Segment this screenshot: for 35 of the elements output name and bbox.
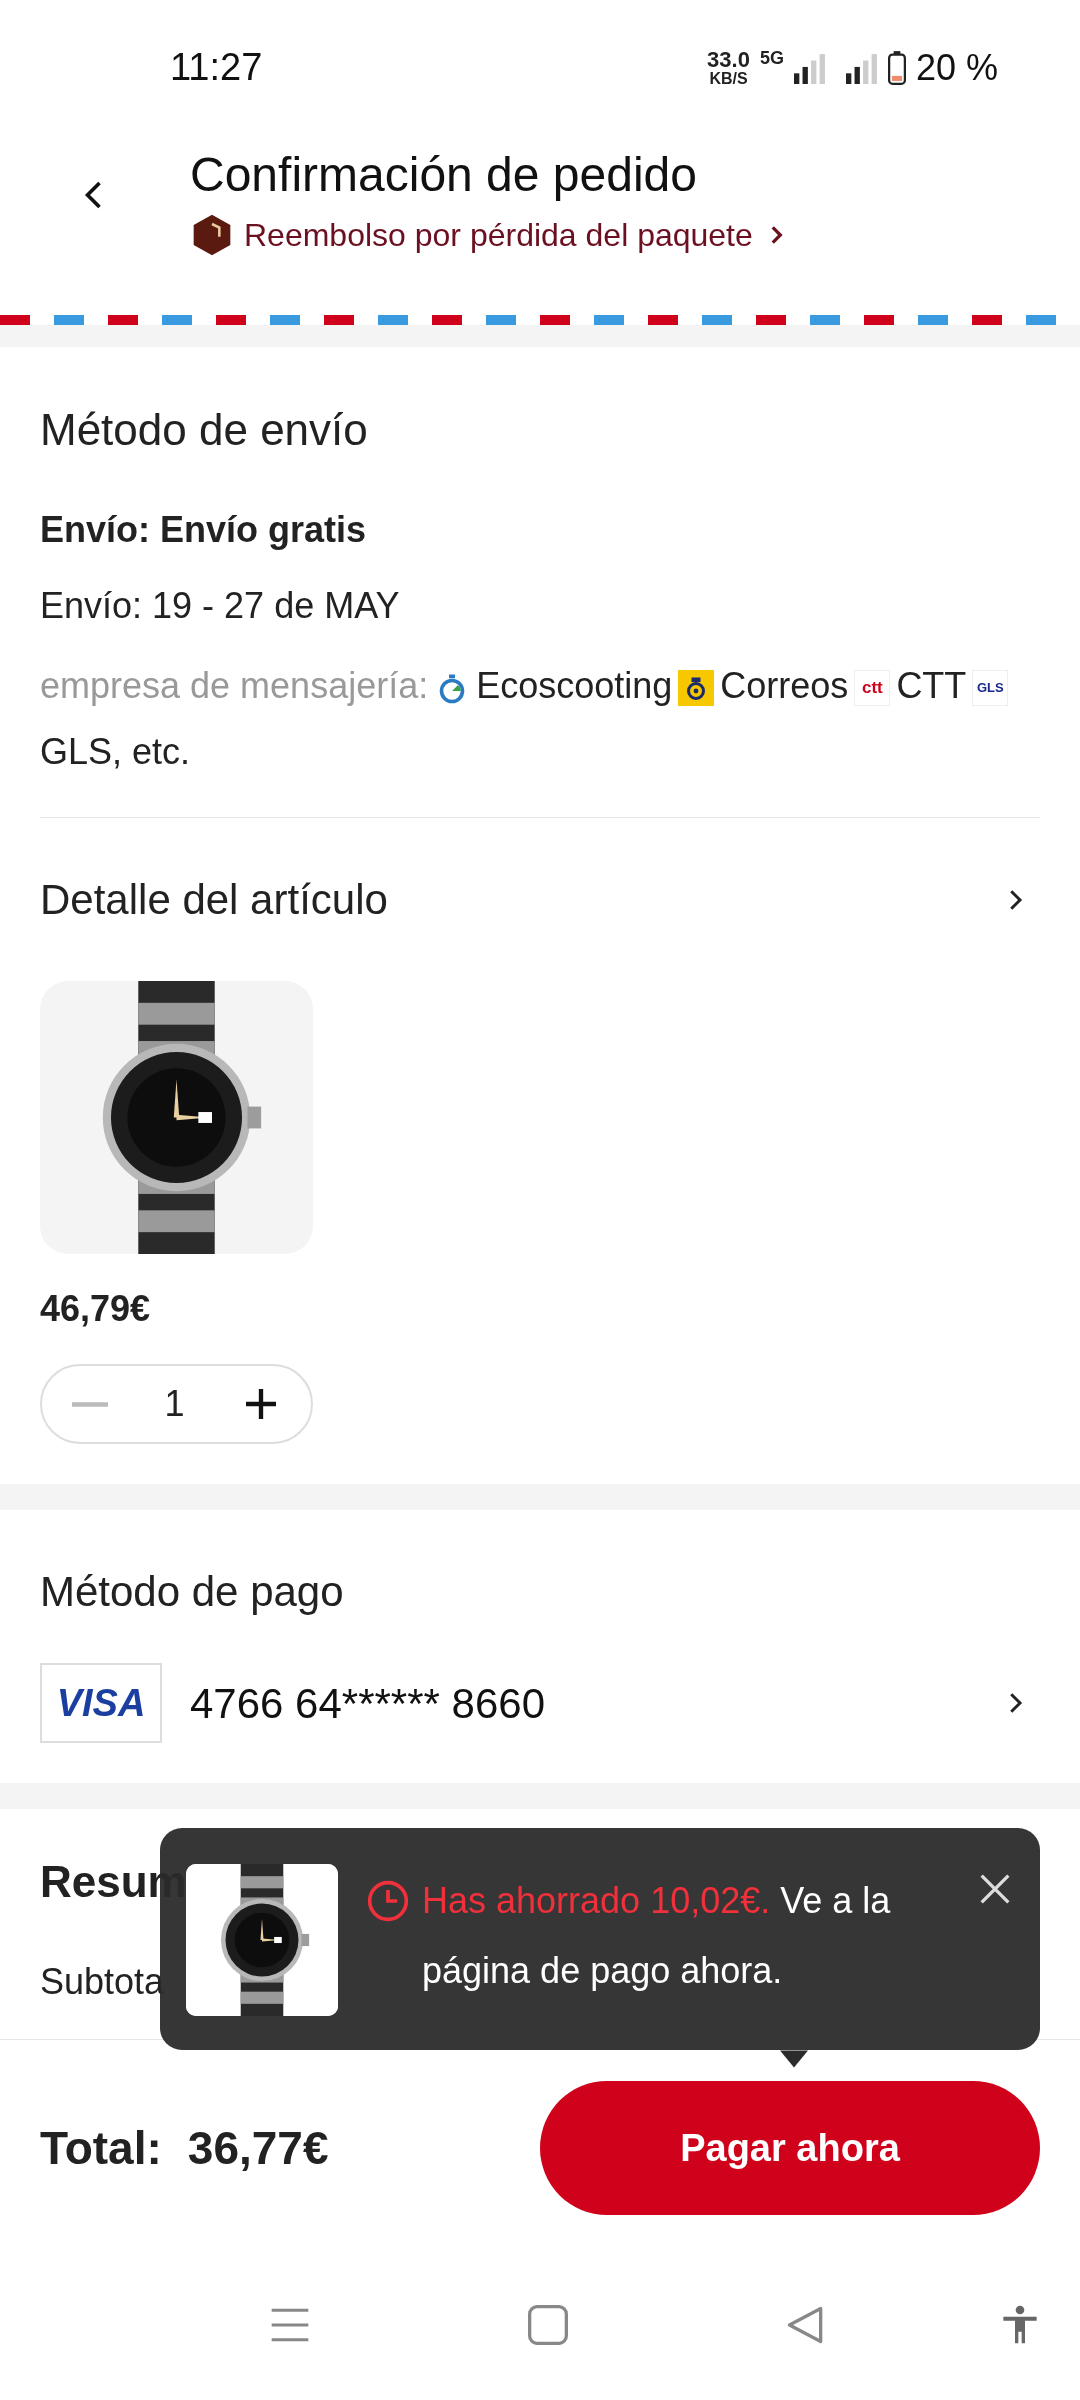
speed-unit: KB/S	[709, 70, 748, 87]
shipping-method: Envío: Envío gratis	[40, 508, 368, 552]
carrier-name: Ecoscooting	[476, 665, 673, 706]
refund-link[interactable]: Reembolso por pérdida del paquete	[190, 211, 789, 259]
item-price: 46,79€	[40, 1287, 152, 1331]
minus-button[interactable]	[72, 1401, 108, 1407]
carrier-logo: ctt	[854, 670, 891, 707]
card-number: 4766 64****** 8660	[190, 1678, 546, 1729]
post-horn-icon	[678, 670, 715, 707]
section-title: Método de envío	[40, 404, 369, 456]
speed-value: 33.0	[707, 48, 750, 71]
card-brand-logo: VISA	[40, 1663, 162, 1743]
battery-percent: 20 %	[915, 45, 998, 90]
signal-icon	[845, 51, 878, 84]
home-icon[interactable]	[526, 2303, 570, 2347]
page-title: Confirmación de pedido	[190, 147, 698, 203]
section-title: Método de pago	[40, 1567, 345, 1617]
total-amount: 36,77€	[187, 2120, 329, 2176]
pay-now-button[interactable]: Pagar ahora	[540, 2081, 1040, 2215]
carrier-name: GLS, etc.	[40, 731, 191, 772]
carriers-label: empresa de mensajería:	[40, 665, 429, 706]
quantity-value: 1	[164, 1382, 185, 1426]
clock-time: 11:27	[170, 45, 263, 90]
network-type: 5G	[759, 46, 784, 70]
minus-icon	[72, 1401, 108, 1407]
clock-icon	[366, 1879, 410, 1923]
signal-icon	[793, 51, 826, 84]
battery-icon	[887, 49, 906, 86]
carrier-name: Correos	[720, 665, 849, 706]
delivery-dates: Envío: 19 - 27 de MAY	[40, 584, 401, 628]
carrier-logo: GLS	[972, 670, 1009, 707]
toast-message: Has ahorrado 10,02€. Ve a la página de pago ahora.	[422, 1879, 892, 1993]
section-title: Detalle del artículo	[40, 875, 388, 925]
total-label: Total:	[40, 2120, 162, 2176]
carrier-name: CTT	[896, 665, 967, 706]
